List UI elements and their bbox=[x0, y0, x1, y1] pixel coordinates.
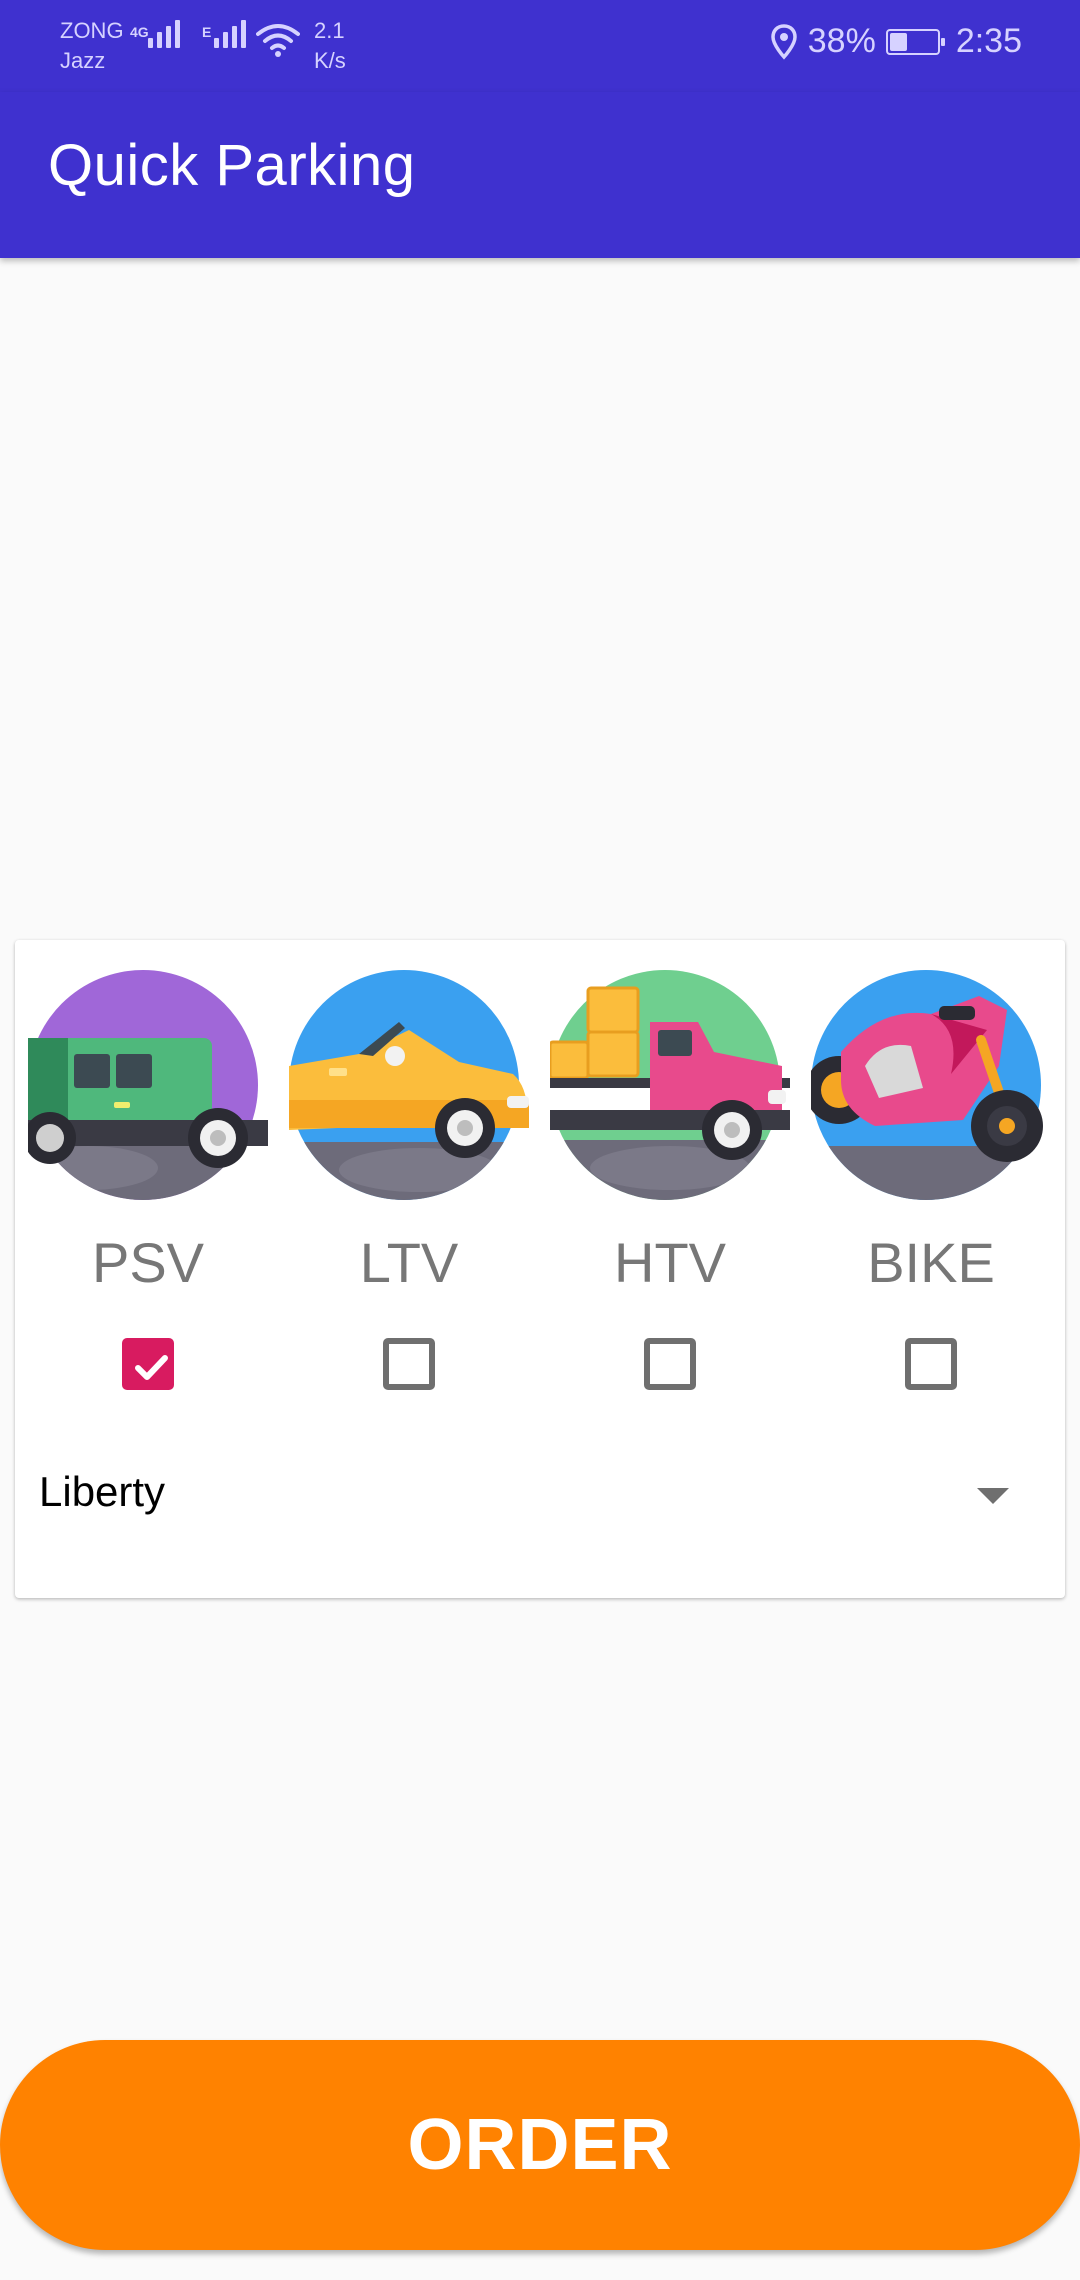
vehicle-checkbox-bike[interactable] bbox=[905, 1338, 957, 1390]
battery-icon bbox=[885, 28, 945, 55]
app-title: Quick Parking bbox=[48, 133, 416, 198]
check-icon bbox=[135, 1355, 168, 1380]
signal-icon bbox=[214, 20, 246, 48]
vehicle-label-bike: BIKE bbox=[867, 1231, 995, 1294]
carrier-info: ZONG Jazz bbox=[60, 16, 124, 76]
location-icon bbox=[770, 23, 797, 60]
network-type-1: 4G bbox=[130, 24, 149, 40]
network-type-2: E bbox=[202, 24, 212, 40]
dropdown-arrow-icon bbox=[977, 1488, 1009, 1504]
wifi-icon bbox=[256, 24, 300, 57]
order-button-label: ORDER bbox=[407, 2105, 673, 2185]
carrier-1: ZONG bbox=[60, 18, 124, 43]
motorbike-icon bbox=[811, 970, 1043, 1200]
speed-value: 2.1 bbox=[314, 18, 345, 43]
order-button[interactable]: ORDER bbox=[0, 2040, 1080, 2250]
battery-level bbox=[889, 32, 907, 51]
jeep-icon bbox=[28, 970, 268, 1200]
car-icon bbox=[289, 970, 529, 1200]
signal-icon bbox=[148, 20, 180, 48]
vehicle-option-ltv[interactable]: LTV bbox=[289, 970, 529, 1390]
vehicle-checkbox-ltv[interactable] bbox=[383, 1338, 435, 1390]
carrier-2: Jazz bbox=[60, 48, 106, 73]
vehicle-label-htv: HTV bbox=[614, 1231, 726, 1294]
vehicle-label-ltv: LTV bbox=[359, 1231, 459, 1294]
location-spinner-value: Liberty bbox=[39, 1468, 166, 1515]
location-spinner[interactable]: Liberty bbox=[15, 1440, 1065, 1540]
speed-unit: K/s bbox=[314, 48, 346, 73]
battery-percent: 38% bbox=[807, 22, 876, 60]
vehicle-selection-card: PSV LTV HTV BIKE Liberty bbox=[15, 940, 1065, 1598]
clock: 2:35 bbox=[955, 22, 1022, 60]
status-right: 38% 2:35 bbox=[770, 22, 1022, 61]
vehicle-label-psv: PSV bbox=[91, 1231, 205, 1294]
vehicle-option-htv[interactable]: HTV bbox=[550, 970, 790, 1390]
app-bar: Quick Parking bbox=[0, 92, 1080, 258]
network-speed: 2.1 K/s bbox=[314, 16, 346, 76]
vehicle-checkbox-htv[interactable] bbox=[644, 1338, 696, 1390]
status-bar: ZONG Jazz 4G E 2.1 K/s 38% 2:35 bbox=[0, 0, 1080, 92]
vehicle-option-psv[interactable]: PSV bbox=[28, 970, 268, 1390]
truck-icon bbox=[550, 970, 790, 1200]
vehicle-option-bike[interactable]: BIKE bbox=[811, 970, 1051, 1390]
vehicle-checkbox-psv[interactable] bbox=[122, 1338, 174, 1390]
